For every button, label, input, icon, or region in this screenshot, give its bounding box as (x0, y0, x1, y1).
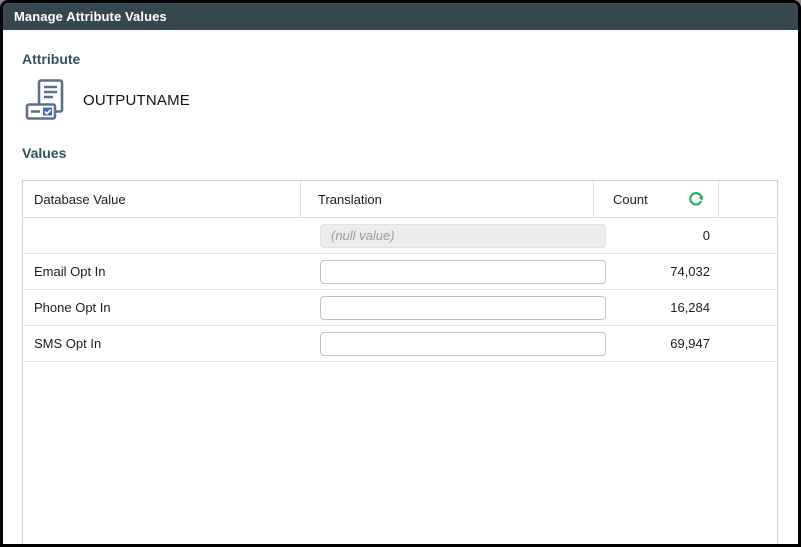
database-value-cell: Phone Opt In (34, 300, 111, 315)
table-row: SMS Opt In 69,947 (23, 326, 777, 362)
translation-input[interactable] (320, 295, 606, 320)
database-value-cell: Email Opt In (34, 264, 106, 279)
column-header-translation: Translation (301, 181, 594, 217)
table-row: Email Opt In 74,032 (23, 254, 777, 290)
count-cell: 0 (702, 228, 710, 243)
column-header-count-cell: Count (594, 181, 719, 217)
column-header-spacer (719, 181, 777, 217)
table-row: 0 (23, 218, 777, 254)
attribute-section-label: Attribute (22, 51, 81, 67)
count-cell: 74,032 (670, 264, 710, 279)
refresh-counts-button[interactable] (687, 190, 705, 208)
values-table-body: 0 Email Opt In 74,032 Phone Opt In 16,28… (23, 218, 777, 362)
column-header-database-value: Database Value (23, 181, 301, 217)
database-value-cell: SMS Opt In (34, 336, 102, 351)
manage-attribute-values-dialog: Manage Attribute Values Attribute OUTPUT… (0, 0, 801, 547)
count-cell: 69,947 (670, 336, 710, 351)
translation-input (320, 223, 606, 248)
table-row: Phone Opt In 16,284 (23, 290, 777, 326)
attribute-name: OUTPUTNAME (83, 91, 190, 109)
values-table-header: Database Value Translation Count (23, 181, 777, 218)
attribute-row: OUTPUTNAME (24, 78, 798, 122)
values-section-label: Values (22, 145, 67, 161)
column-header-count: Count (613, 191, 648, 207)
count-cell: 16,284 (670, 300, 710, 315)
dialog-titlebar: Manage Attribute Values (3, 3, 798, 30)
attribute-list-icon (24, 78, 74, 122)
translation-input[interactable] (320, 331, 606, 356)
dialog-title: Manage Attribute Values (14, 9, 167, 24)
values-table: Database Value Translation Count 0 Email… (22, 180, 778, 544)
translation-input[interactable] (320, 259, 606, 284)
